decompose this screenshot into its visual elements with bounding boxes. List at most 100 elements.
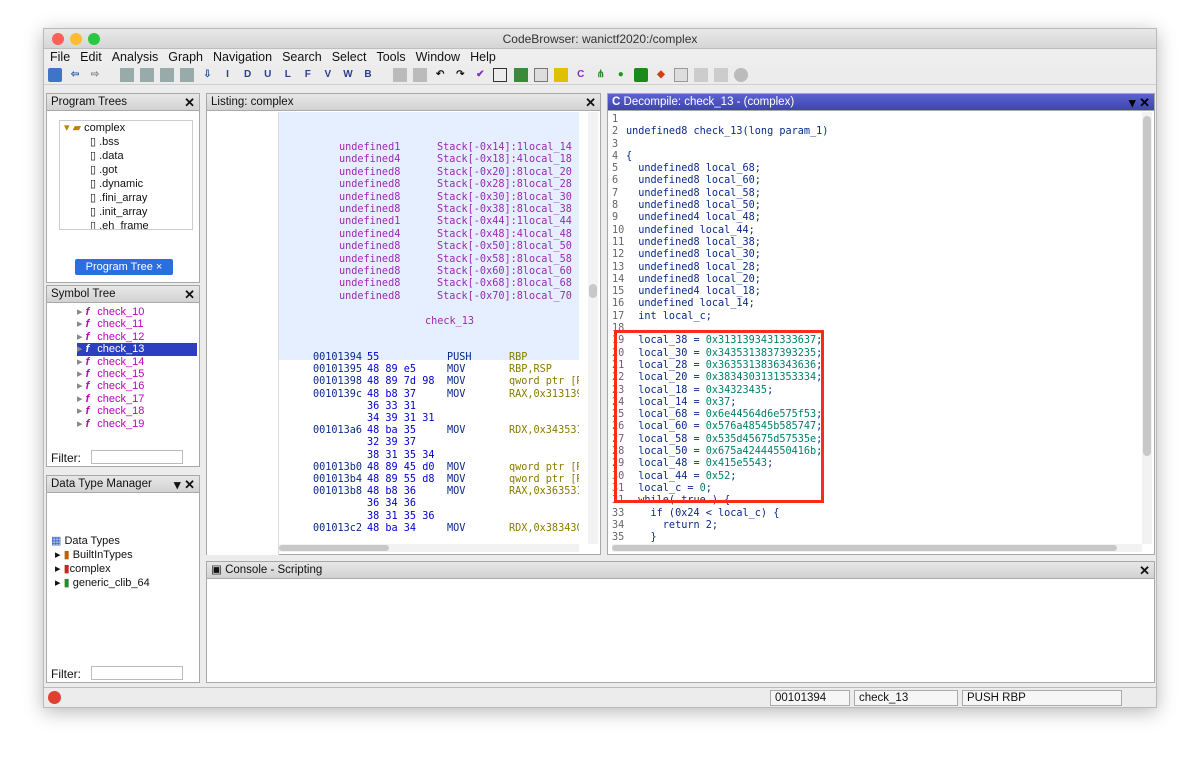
- toolbar-v-icon[interactable]: V: [321, 68, 335, 82]
- error-icon[interactable]: [48, 691, 61, 704]
- listing-var-row[interactable]: undefined8 Stack[-0x70]:8local_70: [339, 291, 572, 303]
- toolbar-u-icon[interactable]: U: [261, 68, 275, 82]
- symbol-item[interactable]: ▸ f check_10: [77, 306, 197, 318]
- decompile-line[interactable]: 11 undefined8 local_38;: [612, 237, 828, 249]
- decompile-line[interactable]: 17 int local_c;: [612, 311, 828, 323]
- decompile-line[interactable]: 16 undefined local_14;: [612, 298, 828, 310]
- close-icon[interactable]: ✕: [184, 94, 195, 110]
- tree-item[interactable]: ▯ .eh_frame: [64, 219, 192, 229]
- save-icon[interactable]: [48, 68, 62, 83]
- decompile-line[interactable]: 2 undefined8 check_13(long param_1): [612, 126, 828, 138]
- menu-window[interactable]: Window: [416, 49, 460, 65]
- navigate-data-icon[interactable]: [120, 68, 135, 83]
- bookmark-icon[interactable]: [393, 68, 408, 83]
- decompile-line[interactable]: 13 undefined8 local_28;: [612, 262, 828, 274]
- listing-var-row[interactable]: undefined8 Stack[-0x30]:8local_30: [339, 192, 572, 204]
- symbol-item[interactable]: ▸ f check_19: [77, 418, 197, 430]
- bytes-icon[interactable]: [413, 68, 428, 83]
- listing-instruction-row[interactable]: 00101395 48 89 e5 MOV RBP,RSP: [313, 364, 552, 376]
- symbol-item[interactable]: ▸ f check_18: [77, 405, 197, 417]
- symbol-item[interactable]: ▸ f check_16: [77, 380, 197, 392]
- decompile-line[interactable]: 6 undefined8 local_60;: [612, 175, 828, 187]
- listing-var-row[interactable]: undefined4 Stack[-0x48]:4local_48: [339, 229, 572, 241]
- data-type-icon[interactable]: [553, 68, 568, 83]
- toolbar-f-icon[interactable]: F: [301, 68, 315, 82]
- redo-icon[interactable]: ↷: [453, 68, 467, 82]
- symbol-item[interactable]: ▸ f check_13: [77, 343, 197, 356]
- zoom-window-button[interactable]: [88, 33, 100, 45]
- close-icon[interactable]: ✕: [585, 94, 596, 110]
- menu-graph[interactable]: Graph: [168, 49, 203, 65]
- decompile-line[interactable]: 5 undefined8 local_68;: [612, 163, 828, 175]
- navigate-label-icon[interactable]: [180, 68, 195, 83]
- menu-search[interactable]: Search: [282, 49, 322, 65]
- data-type-item[interactable]: ▸ ▮complex: [51, 562, 197, 576]
- decompile-line[interactable]: 8 undefined8 local_50;: [612, 200, 828, 212]
- listing-var-row[interactable]: undefined4 Stack[-0x18]:4local_18: [339, 154, 572, 166]
- toolbar-d-icon[interactable]: D: [241, 68, 255, 82]
- listing-instruction-row[interactable]: 001013a648 ba 35MOVRDX,0x3435313: [313, 425, 579, 437]
- listing-var-row[interactable]: undefined8 Stack[-0x28]:8local_28: [339, 179, 572, 191]
- listing-instruction-row[interactable]: 001013b448 89 55 d8MOVqword ptr [RE: [313, 474, 579, 486]
- listing-var-row[interactable]: undefined8 Stack[-0x38]:8local_38: [339, 204, 572, 216]
- tree-item[interactable]: ▯ .init_array: [64, 205, 192, 219]
- close-icon[interactable]: ▾ ✕: [1129, 94, 1150, 110]
- tree-item[interactable]: ▯ .fini_array: [64, 191, 192, 205]
- navigate-down-icon[interactable]: ⇩: [201, 68, 215, 82]
- decompile-line[interactable]: 12 undefined8 local_30;: [612, 249, 828, 261]
- close-icon[interactable]: ✕: [1139, 562, 1150, 578]
- data-type-item[interactable]: ▸ ▮ generic_clib_64: [51, 576, 197, 590]
- table-icon[interactable]: [674, 68, 688, 83]
- tree-item[interactable]: ▯ .bss: [64, 135, 192, 149]
- decompile-line[interactable]: 34 return 2;: [612, 520, 828, 532]
- data-type-item[interactable]: ▸ ▮ BuiltInTypes: [51, 548, 197, 562]
- symbol-item[interactable]: ▸ f check_12: [77, 331, 197, 343]
- navigate-undefined-icon[interactable]: [160, 68, 175, 83]
- listing-var-row[interactable]: undefined8 Stack[-0x20]:8local_20: [339, 167, 572, 179]
- snapshot-icon[interactable]: [734, 68, 749, 83]
- listing-var-row[interactable]: undefined8 Stack[-0x58]:8local_58: [339, 254, 572, 266]
- listing-var-row[interactable]: undefined8 Stack[-0x68]:8local_68: [339, 278, 572, 290]
- symbol-item[interactable]: ▸ f check_17: [77, 393, 197, 405]
- tree-item[interactable]: ▯ .got: [64, 163, 192, 177]
- check-icon[interactable]: ✔: [473, 68, 487, 82]
- decompile-line[interactable]: 3: [612, 139, 828, 151]
- menu-analysis[interactable]: Analysis: [112, 49, 159, 65]
- function-graph-icon[interactable]: ⋔: [594, 68, 608, 82]
- toolbar-i-icon[interactable]: I: [221, 68, 235, 82]
- register-icon[interactable]: [533, 68, 548, 83]
- symbol-item[interactable]: ▸ f check_14: [77, 356, 197, 368]
- decompile-line[interactable]: 35 }: [612, 532, 828, 544]
- menu-navigation[interactable]: Navigation: [213, 49, 272, 65]
- symbol-item[interactable]: ▸ f check_15: [77, 368, 197, 380]
- program-tree-tab[interactable]: Program Tree ×: [75, 259, 173, 275]
- memory-map-icon[interactable]: [513, 68, 528, 83]
- menu-edit[interactable]: Edit: [80, 49, 102, 65]
- menu-tools[interactable]: Tools: [376, 49, 405, 65]
- checklist-icon[interactable]: [694, 68, 709, 83]
- menu-select[interactable]: Select: [332, 49, 367, 65]
- listing-instruction-row[interactable]: 00101394 55 PUSH RBP: [313, 352, 527, 364]
- listing-instruction-row[interactable]: 0010139848 89 7d 98MOVqword ptr [RE: [313, 376, 579, 388]
- symbol-filter-input[interactable]: [91, 450, 183, 464]
- data-types-root[interactable]: ▦ Data Types: [51, 534, 197, 548]
- diamond-icon[interactable]: ◆: [654, 68, 668, 82]
- listing-var-row[interactable]: undefined1 Stack[-0x14]:1local_14: [339, 142, 572, 154]
- menu-file[interactable]: File: [50, 49, 70, 65]
- bytes-viewer-icon[interactable]: [493, 68, 508, 83]
- close-icon[interactable]: ▾ ✕: [174, 476, 195, 492]
- listing-var-row[interactable]: undefined8 Stack[-0x60]:8local_60: [339, 266, 572, 278]
- lock-icon[interactable]: [714, 68, 729, 83]
- listing-function-label[interactable]: check_13: [425, 316, 474, 328]
- undo-icon[interactable]: ↶: [433, 68, 447, 82]
- toolbar-w-icon[interactable]: W: [341, 68, 355, 82]
- listing-vscroll[interactable]: [588, 112, 598, 544]
- listing-hscroll[interactable]: [279, 544, 579, 552]
- symbol-item[interactable]: ▸ f check_11: [77, 318, 197, 330]
- forward-arrow-icon[interactable]: ⇨: [88, 68, 102, 82]
- tree-item[interactable]: ▯ .data: [64, 149, 192, 163]
- decompile-line[interactable]: 7 undefined8 local_58;: [612, 188, 828, 200]
- tree-item[interactable]: ▯ .dynamic: [64, 177, 192, 191]
- listing-instruction-row[interactable]: 001013b848 b8 36MOVRAX,0x3635313: [313, 486, 579, 498]
- close-icon[interactable]: ✕: [184, 286, 195, 302]
